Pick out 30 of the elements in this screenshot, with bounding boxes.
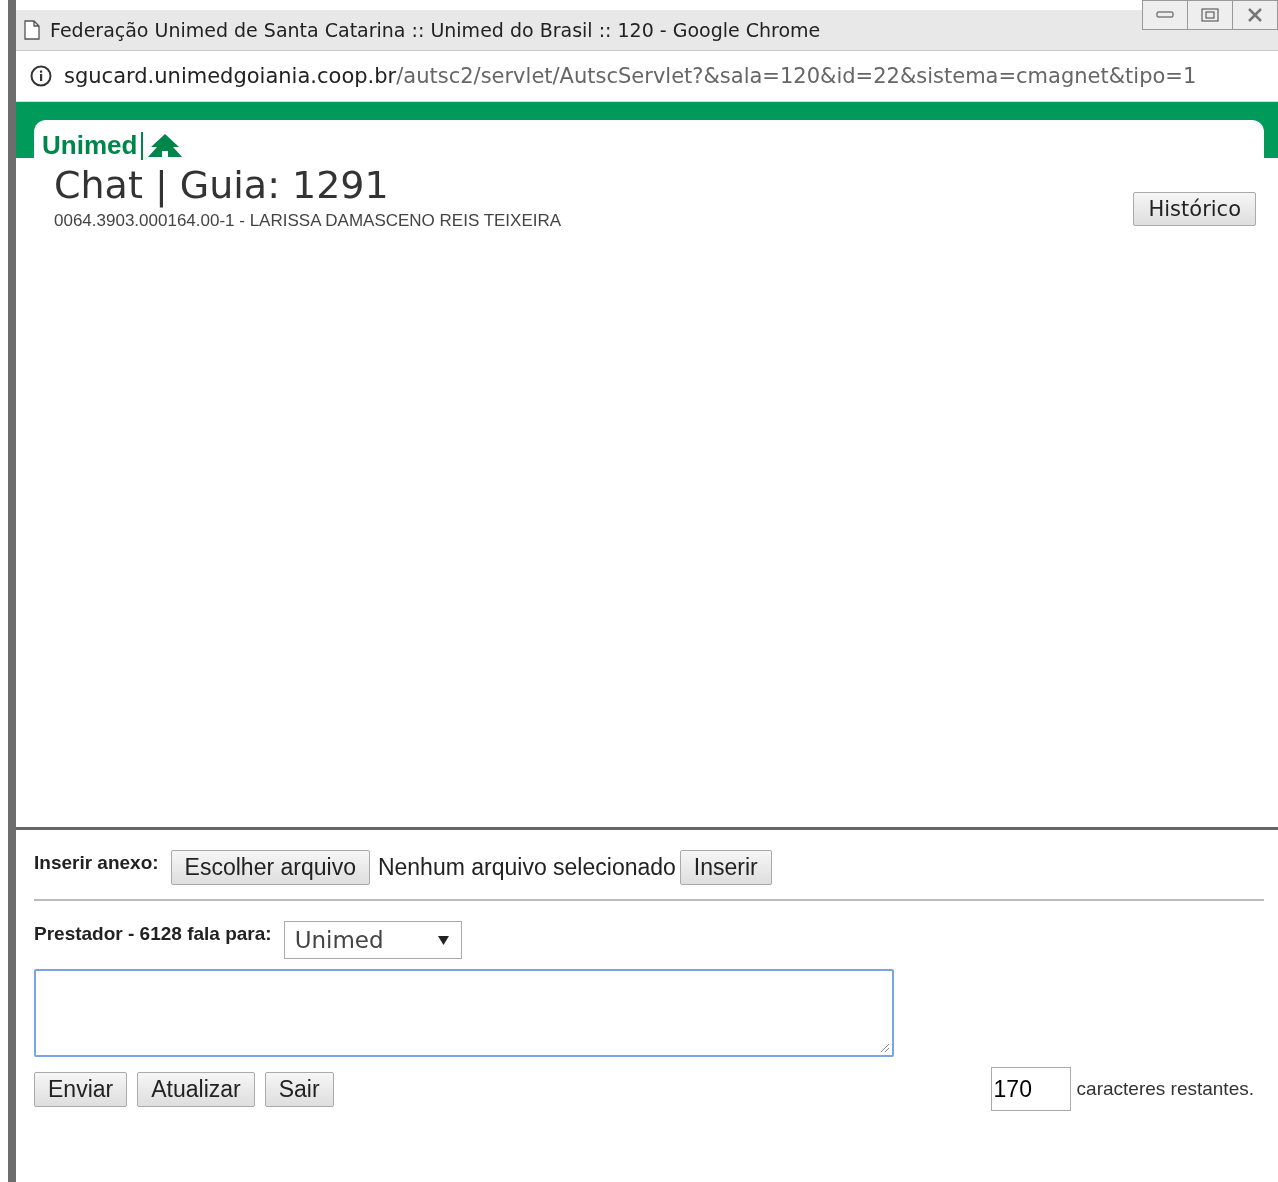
page-icon: [24, 20, 40, 40]
send-button[interactable]: Enviar: [34, 1071, 128, 1107]
window-title: Federação Unimed de Santa Catarina :: Unimed do Brasil :: 120 - Google Chrome: [50, 19, 821, 41]
close-button[interactable]: [1232, 0, 1278, 30]
choose-file-button[interactable]: Escolher arquivo: [170, 850, 370, 885]
info-icon: [30, 65, 52, 87]
maximize-icon: [1201, 8, 1219, 22]
tree-logo-icon: [147, 132, 184, 159]
remaining-label: caracteres restantes.: [1076, 1078, 1254, 1100]
url-path: /autsc2/servlet/AutscServlet?&sala=120&id=22&sistema=cmagnet&tipo=1: [396, 64, 1197, 88]
logo-text: Unimed: [42, 130, 138, 161]
maximize-button[interactable]: [1187, 0, 1233, 30]
minimize-button[interactable]: [1142, 0, 1188, 30]
url-host: sgucard.unimedgoiania.coop.br: [64, 64, 397, 88]
insert-button[interactable]: Inserir: [679, 850, 772, 885]
patient-info: 0064.3903.000164.00-1 - LARISSA DAMASCENO REIS TEIXEIRA: [54, 211, 562, 231]
recipient-label: Prestador - 6128 fala para:: [34, 923, 272, 945]
message-field[interactable]: [34, 969, 894, 1057]
recipient-dropdown[interactable]: Unimed: [283, 921, 462, 959]
refresh-button[interactable]: Atualizar: [137, 1071, 255, 1107]
file-status: Nenhum arquivo selecionado: [377, 854, 676, 881]
chat-title: Chat | Guia: 1291: [54, 163, 390, 207]
minimize-icon: [1156, 11, 1174, 19]
resize-grip-icon: [878, 1041, 890, 1053]
remaining-count-field[interactable]: 170: [990, 1067, 1071, 1111]
history-button[interactable]: Histórico: [1133, 192, 1256, 226]
close-icon: [1247, 8, 1263, 22]
caret-icon: [437, 935, 449, 945]
exit-button[interactable]: Sair: [264, 1071, 334, 1107]
attachment-label: Inserir anexo:: [34, 852, 159, 874]
